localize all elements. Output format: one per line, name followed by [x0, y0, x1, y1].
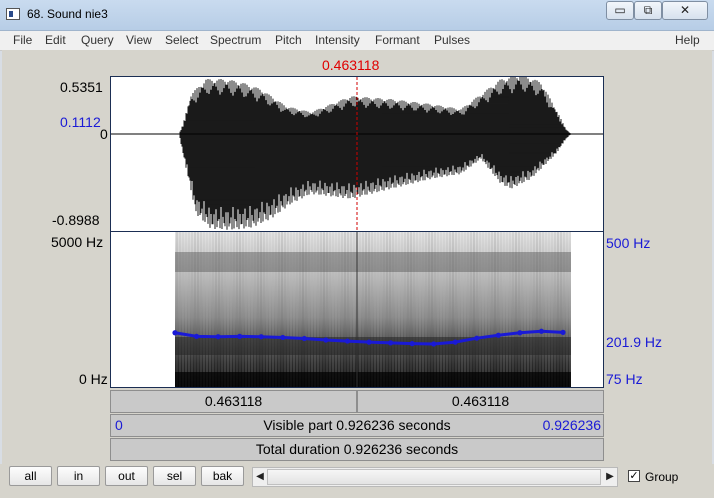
waveform-cursor-value-label: 0.1112: [60, 114, 101, 130]
menu-help[interactable]: Help: [675, 33, 700, 47]
left-segment-bar[interactable]: 0.463118: [110, 390, 357, 413]
menu-view[interactable]: View: [126, 33, 152, 47]
group-checkbox[interactable]: ✓: [628, 470, 640, 482]
pitch-point: [474, 335, 480, 341]
minimize-button[interactable]: ▭: [606, 1, 634, 20]
visible-end-time: 0.926236: [542, 417, 601, 433]
right-segment-duration: 0.463118: [451, 393, 510, 409]
horizontal-scrollbar[interactable]: ◀ ▶: [252, 467, 618, 487]
menu-bar: File Edit Query View Select Spectrum Pit…: [0, 31, 714, 51]
waveform-trace: [179, 77, 571, 230]
zoom-out-button[interactable]: out: [105, 466, 148, 486]
maximize-button[interactable]: ⧉: [634, 1, 662, 20]
pitch-point: [409, 341, 415, 347]
total-duration-bar[interactable]: Total duration 0.926236 seconds: [110, 438, 604, 461]
visible-part-bar[interactable]: 0 Visible part 0.926236 seconds 0.926236: [110, 414, 604, 437]
pitch-top-label: 500 Hz: [606, 235, 651, 251]
pitch-point: [431, 341, 437, 347]
menu-formant[interactable]: Formant: [375, 33, 420, 47]
pitch-point: [215, 334, 221, 340]
group-label: Group: [645, 470, 679, 484]
zoom-selection-button[interactable]: sel: [153, 466, 196, 486]
pitch-point: [193, 333, 200, 339]
spectrogram-bottom-frequency-label: 0 Hz: [79, 371, 108, 387]
zoom-in-button[interactable]: in: [57, 466, 100, 486]
pitch-point: [280, 334, 286, 341]
scroll-left-icon[interactable]: ◀: [253, 468, 267, 486]
menu-select[interactable]: Select: [165, 33, 198, 47]
spectrogram-panel[interactable]: [110, 232, 604, 388]
menu-query[interactable]: Query: [81, 33, 114, 47]
pitch-point: [344, 338, 351, 344]
visible-part-text: Visible part 0.926236 seconds: [263, 417, 451, 433]
menu-spectrum[interactable]: Spectrum: [210, 33, 261, 47]
cursor-time-label: 0.463118: [322, 57, 380, 73]
pitch-point: [560, 329, 566, 335]
menu-file[interactable]: File: [13, 33, 32, 47]
spectrogram-plot: [172, 232, 571, 387]
pitch-point: [387, 340, 394, 346]
left-segment-duration: 0.463118: [204, 393, 263, 409]
waveform-max-label: 0.5351: [60, 79, 103, 95]
zoom-all-button[interactable]: all: [9, 466, 52, 486]
waveform-panel[interactable]: [110, 76, 604, 232]
menu-pitch[interactable]: Pitch: [275, 33, 302, 47]
waveform-plot: [111, 77, 603, 231]
zoom-back-button[interactable]: bak: [201, 466, 244, 486]
pitch-point: [172, 330, 178, 336]
title-bar: 68. Sound nie3 ▭ ⧉ ✕: [0, 0, 714, 31]
window-app-icon: [6, 8, 20, 20]
pitch-point: [538, 328, 545, 334]
waveform-min-label: -0.8988: [52, 212, 100, 228]
visible-start-time: 0: [115, 417, 123, 433]
scrollbar-thumb[interactable]: [267, 469, 601, 485]
spectrogram-top-frequency-label: 5000 Hz: [51, 234, 104, 250]
right-segment-bar[interactable]: 0.463118: [357, 390, 604, 413]
pitch-point: [495, 332, 501, 338]
scroll-right-icon[interactable]: ▶: [603, 468, 617, 486]
total-duration-text: Total duration 0.926236 seconds: [255, 441, 459, 457]
pitch-value-label: 201.9 Hz: [606, 334, 663, 350]
pitch-point: [366, 339, 372, 345]
menu-intensity[interactable]: Intensity: [315, 33, 360, 47]
close-button[interactable]: ✕: [662, 1, 708, 20]
menu-pulses[interactable]: Pulses: [434, 33, 470, 47]
pitch-point: [517, 330, 523, 336]
menu-edit[interactable]: Edit: [45, 33, 66, 47]
pitch-point: [237, 333, 243, 339]
pitch-point: [258, 334, 264, 340]
pitch-point: [452, 339, 458, 345]
waveform-zero-label: 0: [100, 126, 108, 142]
window-title: 68. Sound nie3: [27, 7, 108, 21]
pitch-point: [301, 335, 307, 342]
pitch-point: [323, 337, 329, 343]
pitch-bottom-label: 75 Hz: [606, 371, 643, 387]
